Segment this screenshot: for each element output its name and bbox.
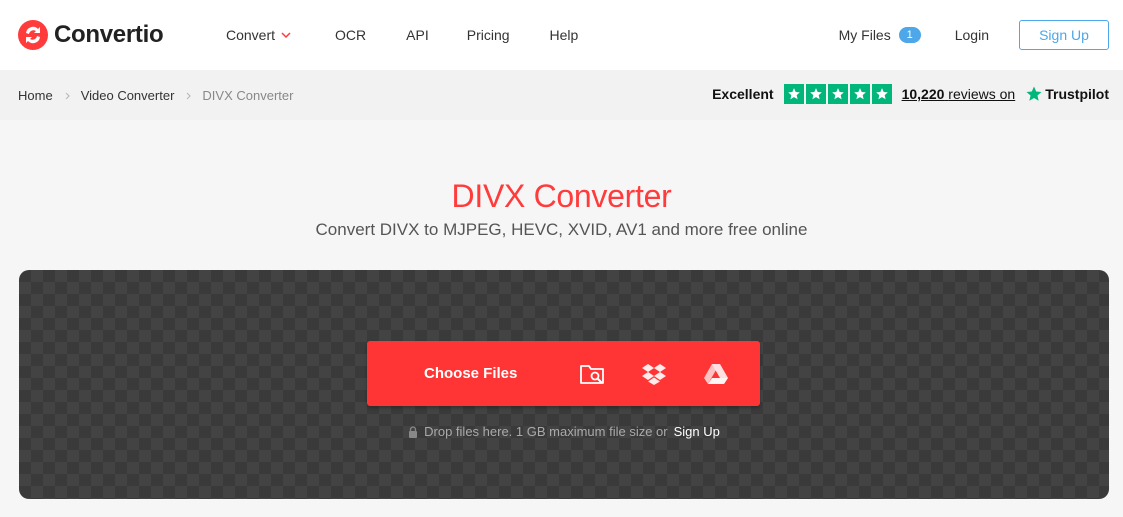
nav-help[interactable]: Help xyxy=(550,27,579,43)
trustpilot-star-icon xyxy=(1026,86,1042,101)
chevron-right-icon xyxy=(65,92,70,99)
nav-ocr[interactable]: OCR xyxy=(335,27,366,43)
top-header: Convertio Convert OCR API Pricing Help M… xyxy=(0,0,1123,70)
chevron-down-icon xyxy=(281,32,291,38)
nav-convert[interactable]: Convert xyxy=(226,27,291,43)
breadcrumb: Home Video Converter DIVX Converter xyxy=(18,88,293,103)
chevron-right-icon xyxy=(186,92,192,99)
page-title: DIVX Converter xyxy=(451,178,672,214)
breadcrumb-current: DIVX Converter xyxy=(202,88,294,103)
brand-name: Convertio xyxy=(54,21,164,48)
trustpilot-review-count: 10,220 xyxy=(901,86,945,102)
login-link[interactable]: Login xyxy=(955,27,989,43)
star-icon xyxy=(783,84,804,104)
trustpilot-widget[interactable]: Excellent 10,220 reviews on Trustpilot xyxy=(712,84,1109,104)
drop-note: Drop files here. 1 GB maximum file size … xyxy=(19,424,1109,439)
drop-signup-link[interactable]: Sign Up xyxy=(674,424,720,439)
star-icon xyxy=(871,84,892,104)
folder-search-icon[interactable] xyxy=(579,361,605,387)
drop-note-text: Drop files here. 1 GB maximum file size … xyxy=(424,424,668,439)
trustpilot-reviews-suffix: reviews on xyxy=(948,86,1016,102)
lock-icon xyxy=(409,425,418,438)
trustpilot-brand: Trustpilot xyxy=(1025,85,1109,103)
my-files-link[interactable]: My Files 1 xyxy=(839,27,921,43)
star-icon xyxy=(849,84,870,104)
page-subtitle: Convert DIVX to MJPEG, HEVC, XVID, AV1 a… xyxy=(315,220,808,239)
brand-logo[interactable]: Convertio xyxy=(18,20,164,50)
my-files-count-badge: 1 xyxy=(898,27,921,43)
trustpilot-brand-label: Trustpilot xyxy=(1045,86,1109,102)
trustpilot-reviews-link[interactable]: 10,220 reviews on xyxy=(902,86,1016,102)
choose-files-label: Choose Files xyxy=(424,365,518,382)
star-icon xyxy=(805,84,826,104)
main-nav: Convert OCR API Pricing Help xyxy=(226,0,578,70)
nav-convert-label: Convert xyxy=(226,27,276,43)
nav-pricing[interactable]: Pricing xyxy=(467,27,510,43)
convertio-logo-icon xyxy=(18,20,48,50)
breadcrumb-video-converter[interactable]: Video Converter xyxy=(81,88,175,103)
trustpilot-stars xyxy=(783,84,892,104)
signup-button[interactable]: Sign Up xyxy=(1019,20,1109,50)
choose-files-button[interactable]: Choose Files xyxy=(367,341,760,406)
account-nav: My Files 1 Login Sign Up xyxy=(839,20,1109,50)
star-icon xyxy=(827,84,848,104)
file-drop-zone[interactable]: Choose Files Drop files here. 1 GB maxim… xyxy=(19,270,1109,499)
breadcrumb-home[interactable]: Home xyxy=(18,88,53,103)
breadcrumb-bar: Home Video Converter DIVX Converter Exce… xyxy=(0,70,1123,120)
nav-api[interactable]: API xyxy=(406,27,429,43)
dropbox-icon[interactable] xyxy=(641,361,667,387)
trustpilot-rating-word: Excellent xyxy=(712,86,774,102)
google-drive-icon[interactable] xyxy=(703,361,729,387)
my-files-label: My Files xyxy=(838,27,891,43)
